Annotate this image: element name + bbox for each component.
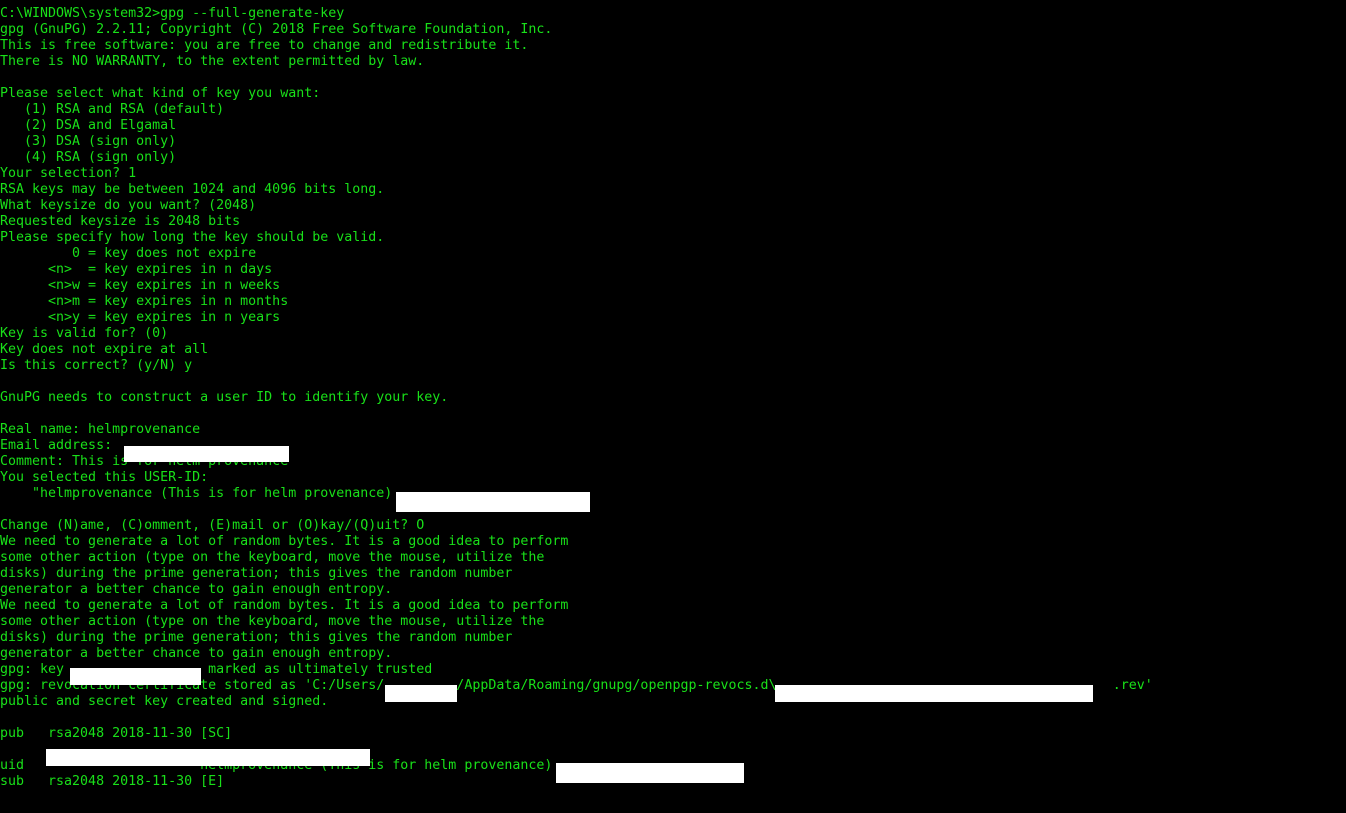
terminal-window[interactable]: C:\WINDOWS\system32>gpg --full-generate-… xyxy=(0,0,1346,813)
key-id-redaction xyxy=(70,668,201,685)
uid-email-redaction xyxy=(556,763,744,783)
user-id-email-redaction xyxy=(396,492,590,512)
email-address-redaction xyxy=(124,446,289,462)
username-path-redaction xyxy=(385,685,457,702)
key-fingerprint-redaction xyxy=(46,749,370,766)
revocation-filename-redaction xyxy=(775,685,1093,702)
